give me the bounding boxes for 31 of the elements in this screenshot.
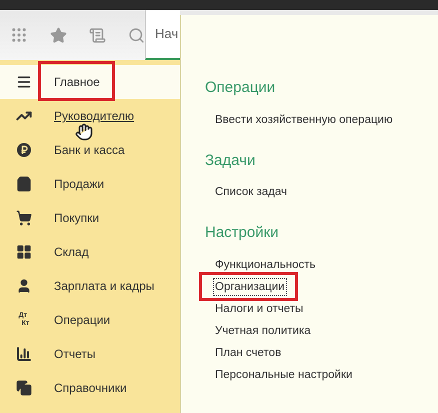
hand-cursor-icon bbox=[75, 123, 93, 141]
search-icon[interactable] bbox=[128, 26, 145, 44]
sidebar-item[interactable]: Зарплата и кадры bbox=[0, 269, 180, 303]
person-icon bbox=[16, 278, 32, 294]
documents-icon bbox=[16, 380, 32, 396]
section-link[interactable]: План счетов bbox=[214, 344, 282, 360]
section-link[interactable]: Учетная политика bbox=[214, 322, 312, 338]
section-link[interactable]: Ввести хозяйственную операцию bbox=[214, 112, 394, 128]
sidebar-item[interactable]: Покупки bbox=[0, 201, 180, 235]
grid-icon bbox=[16, 244, 32, 260]
bar-chart-icon bbox=[16, 346, 32, 362]
start-tab[interactable]: Нач bbox=[145, 10, 180, 60]
section-heading: Задачи bbox=[205, 150, 256, 170]
section-link[interactable]: Организации bbox=[214, 278, 286, 294]
sidebar-item[interactable]: Руководителю bbox=[0, 99, 180, 133]
sidebar-item[interactable]: Склад bbox=[0, 235, 180, 269]
section-heading: Настройки bbox=[205, 223, 280, 243]
sidebar-item[interactable]: Справочники bbox=[0, 371, 180, 405]
section-link[interactable]: Персональные настройки bbox=[214, 366, 354, 382]
star-icon[interactable] bbox=[50, 26, 67, 44]
ruble-icon bbox=[17, 143, 31, 157]
sidebar-item[interactable]: Банк и касса bbox=[0, 133, 180, 167]
apps-grid-icon[interactable] bbox=[10, 26, 28, 44]
sidebar-item[interactable]: Продажи bbox=[0, 167, 180, 201]
section-heading: Операции bbox=[205, 78, 276, 98]
section-link[interactable]: Налоги и отчеты bbox=[214, 300, 304, 316]
section-link[interactable]: Функциональность bbox=[214, 256, 316, 272]
history-icon[interactable] bbox=[89, 26, 106, 44]
section-link[interactable]: Список задач bbox=[214, 184, 288, 200]
cart-icon bbox=[16, 210, 32, 226]
sidebar-item[interactable]: Отчеты bbox=[0, 337, 180, 371]
